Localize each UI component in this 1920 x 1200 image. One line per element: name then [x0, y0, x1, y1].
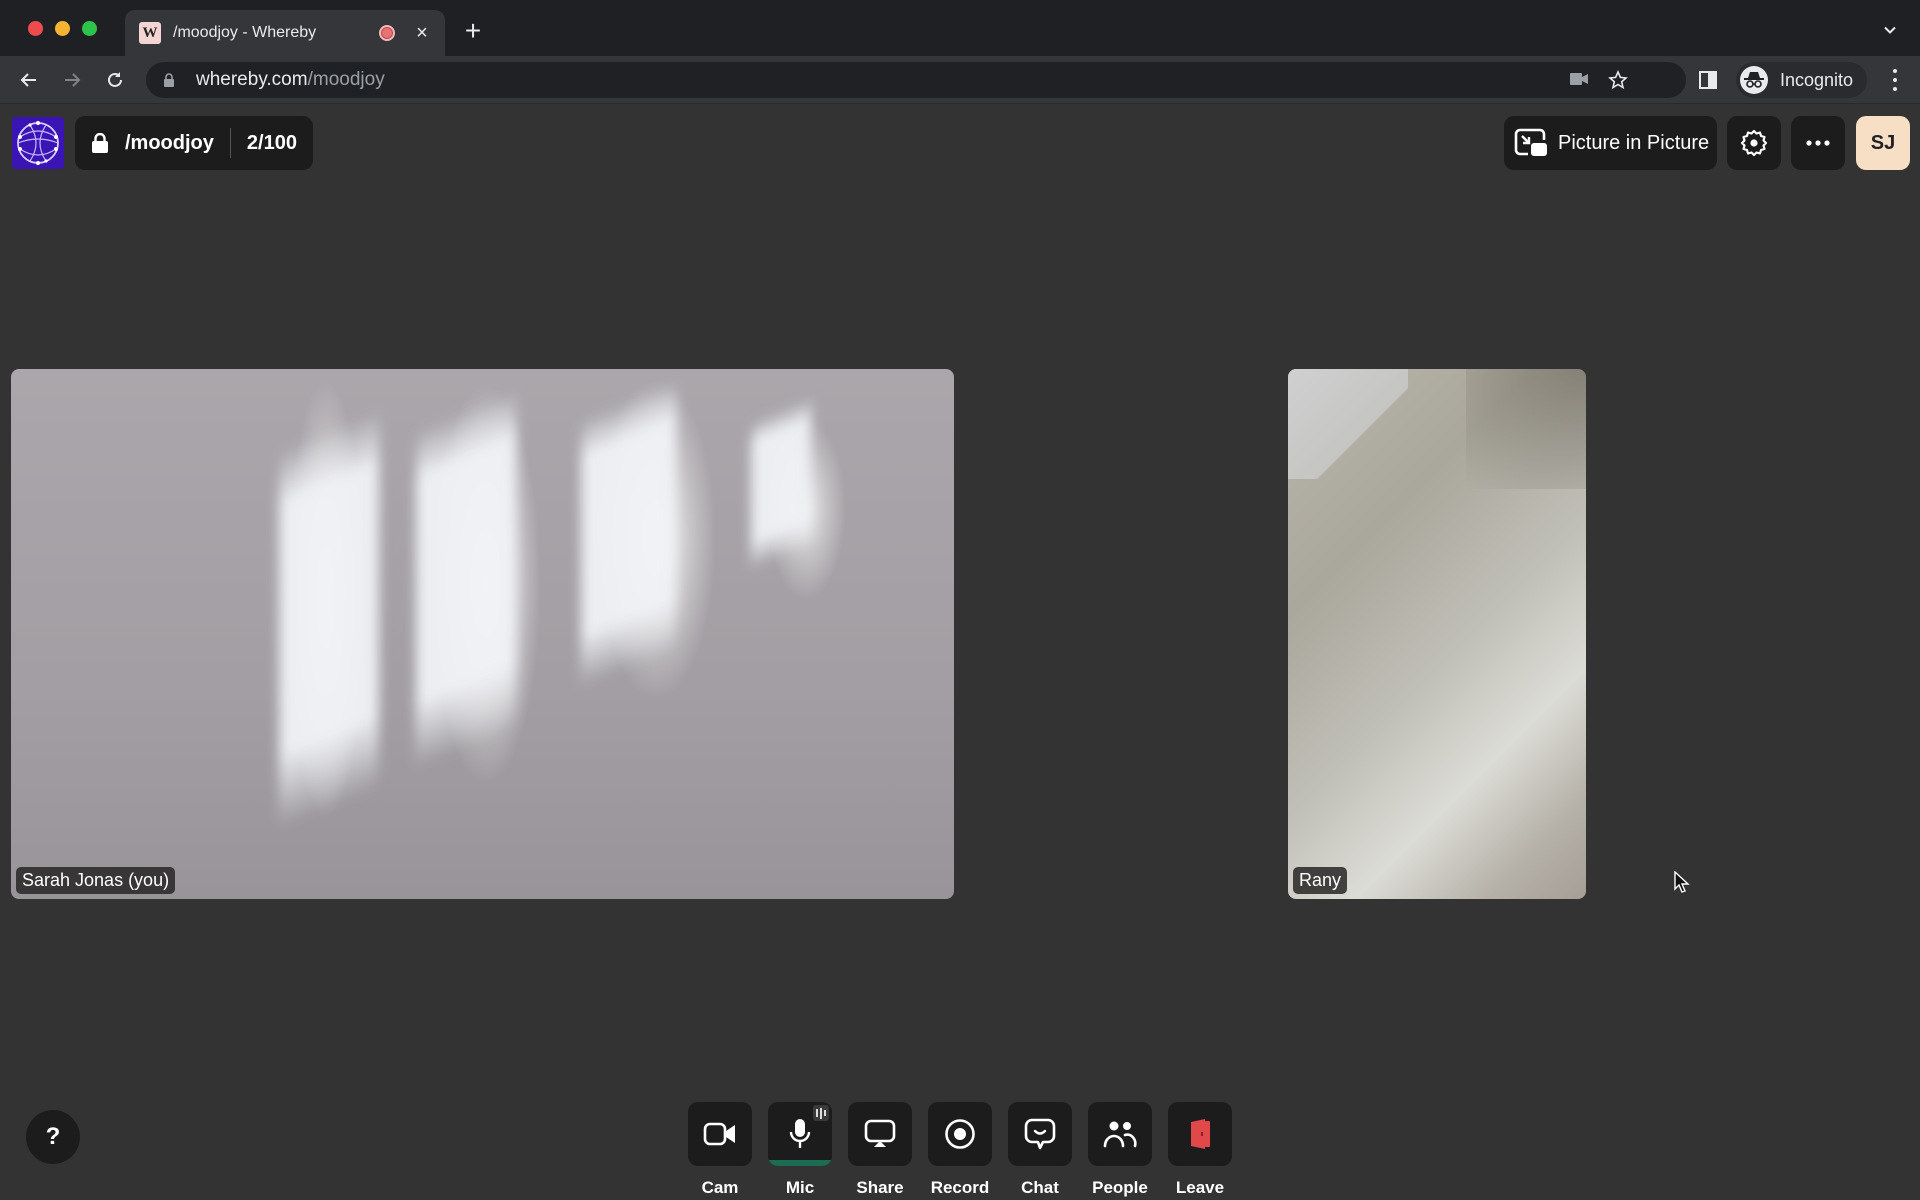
tab-title: /moodjoy - Whereby [173, 24, 317, 41]
chat-label: Chat [1021, 1178, 1059, 1197]
video-tile-remote[interactable]: Rany [1288, 369, 1586, 899]
whereby-favicon-icon: W [139, 22, 161, 44]
pip-label: Picture in Picture [1558, 131, 1710, 154]
picture-in-picture-button[interactable]: Picture in Picture [1504, 116, 1717, 170]
gear-icon [1740, 129, 1768, 157]
cam-button[interactable]: Cam [688, 1102, 752, 1198]
url-text: whereby.com/moodjoy [196, 69, 385, 91]
tab-close-button[interactable]: × [413, 23, 431, 43]
incognito-label: Incognito [1780, 69, 1854, 90]
record-label: Record [930, 1178, 990, 1197]
bookmark-star-icon[interactable] [1608, 70, 1628, 90]
people-icon [1103, 1121, 1137, 1148]
recording-dot-icon [379, 25, 395, 41]
back-button[interactable] [17, 68, 41, 92]
screen-share-icon [864, 1119, 896, 1147]
incognito-icon [1740, 66, 1768, 94]
share-button[interactable]: Share [848, 1102, 912, 1198]
picture-in-picture-icon [1514, 128, 1547, 156]
user-avatar-button[interactable]: SJ [1856, 116, 1910, 170]
participant-name-tag: Sarah Jonas (you) [16, 867, 176, 894]
browser-menu-button[interactable] [1892, 69, 1898, 91]
lock-icon [164, 73, 174, 87]
more-options-button[interactable] [1791, 116, 1845, 170]
participant-count: 2/100 [246, 131, 297, 154]
divider [229, 128, 231, 158]
forward-button[interactable] [60, 68, 84, 92]
leave-button[interactable]: Leave [1168, 1102, 1232, 1198]
leave-door-icon [1191, 1119, 1210, 1149]
tab-search-chevron-icon[interactable] [1882, 22, 1898, 38]
window-close-button[interactable] [28, 21, 43, 36]
settings-button[interactable] [1727, 116, 1781, 170]
mic-label: Mic [785, 1178, 815, 1197]
room-logo [12, 117, 64, 169]
room-name: /moodjoy [125, 131, 214, 154]
mic-button[interactable]: Mic [768, 1102, 832, 1198]
url-path: /moodjoy [307, 69, 385, 90]
browser-tab[interactable]: W /moodjoy - Whereby × [125, 10, 445, 56]
video-tile-self[interactable]: Sarah Jonas (you) [11, 369, 954, 899]
call-controls: Cam Mic Share Record Chat People Leave [688, 1102, 1232, 1198]
video-light-stripe [279, 408, 379, 830]
cam-label: Cam [701, 1178, 739, 1197]
new-tab-button[interactable]: + [460, 17, 486, 45]
share-label: Share [856, 1178, 904, 1197]
microphone-icon [789, 1119, 811, 1148]
room-info[interactable]: /moodjoy 2/100 [75, 116, 313, 170]
arrow-left-icon [20, 73, 36, 87]
arrow-right-icon [65, 73, 81, 87]
incognito-profile-button[interactable]: Incognito [1736, 62, 1868, 98]
camera-icon [703, 1122, 735, 1146]
chat-icon [1024, 1118, 1056, 1150]
side-panel-icon[interactable] [1698, 70, 1718, 90]
participant-name-tag: Rany [1293, 867, 1348, 894]
camera-in-use-icon[interactable] [1570, 72, 1588, 86]
reload-icon [108, 72, 122, 87]
mouse-cursor-icon [1674, 871, 1690, 893]
video-light-stripe [751, 396, 811, 572]
leave-label: Leave [1175, 1178, 1225, 1197]
people-label: People [1092, 1178, 1148, 1197]
room-lock-icon [92, 133, 108, 153]
window-minimize-button[interactable] [55, 21, 70, 36]
browser-tab-strip: W /moodjoy - Whereby × + [0, 0, 1920, 56]
mic-level-indicator [768, 1160, 832, 1166]
window-maximize-button[interactable] [82, 21, 97, 36]
record-button[interactable]: Record [928, 1102, 992, 1198]
whereby-room: /moodjoy 2/100 Picture in Picture SJ Sar… [0, 105, 1920, 1200]
ellipsis-icon [1806, 140, 1830, 146]
chat-button[interactable]: Chat [1008, 1102, 1072, 1198]
network-globe-logo-icon [17, 121, 59, 165]
browser-toolbar: whereby.com/moodjoy Incognito [0, 56, 1920, 104]
people-button[interactable]: People [1088, 1102, 1152, 1198]
video-light-stripe [416, 388, 516, 770]
url-domain: whereby.com [196, 69, 308, 90]
video-light-stripe [581, 379, 676, 689]
record-icon [945, 1119, 975, 1149]
audio-level-badge-icon [813, 1105, 829, 1121]
address-bar[interactable]: whereby.com/moodjoy [146, 62, 1686, 98]
reload-button[interactable] [103, 68, 127, 92]
help-button[interactable]: ? [26, 1110, 80, 1164]
